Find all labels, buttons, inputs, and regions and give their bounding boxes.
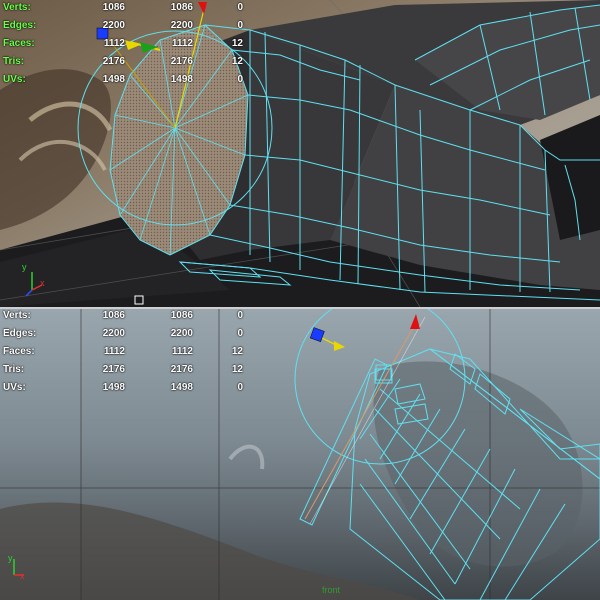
camera-name-label: front xyxy=(322,585,341,595)
axis-y-label: y xyxy=(22,262,27,272)
perspective-viewport[interactable]: y x xyxy=(0,0,600,307)
perspective-scene[interactable] xyxy=(0,0,600,307)
axis-x-label: x xyxy=(20,571,25,581)
front-viewport[interactable]: y x front xyxy=(0,309,600,600)
axis-x-label: x xyxy=(40,278,45,288)
front-scene[interactable] xyxy=(0,309,600,600)
manipulator-blue-handle[interactable] xyxy=(96,27,109,40)
axis-y-label: y xyxy=(8,553,13,563)
